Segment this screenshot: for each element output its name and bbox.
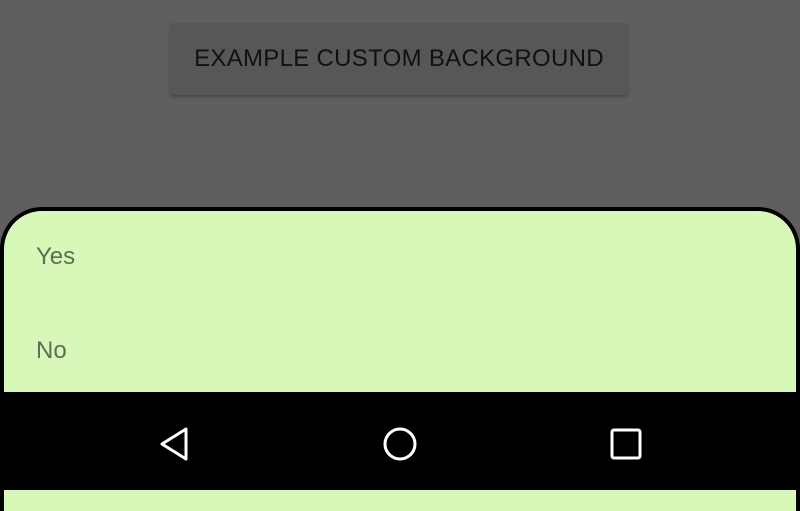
option-yes[interactable]: Yes <box>36 243 75 271</box>
example-custom-background-button[interactable]: EXAMPLE CUSTOM BACKGROUND <box>170 23 628 95</box>
recents-icon[interactable] <box>610 428 642 460</box>
home-icon[interactable] <box>382 426 418 462</box>
option-no[interactable]: No <box>36 337 67 365</box>
navigation-bar <box>0 392 800 490</box>
back-icon[interactable] <box>156 426 192 462</box>
